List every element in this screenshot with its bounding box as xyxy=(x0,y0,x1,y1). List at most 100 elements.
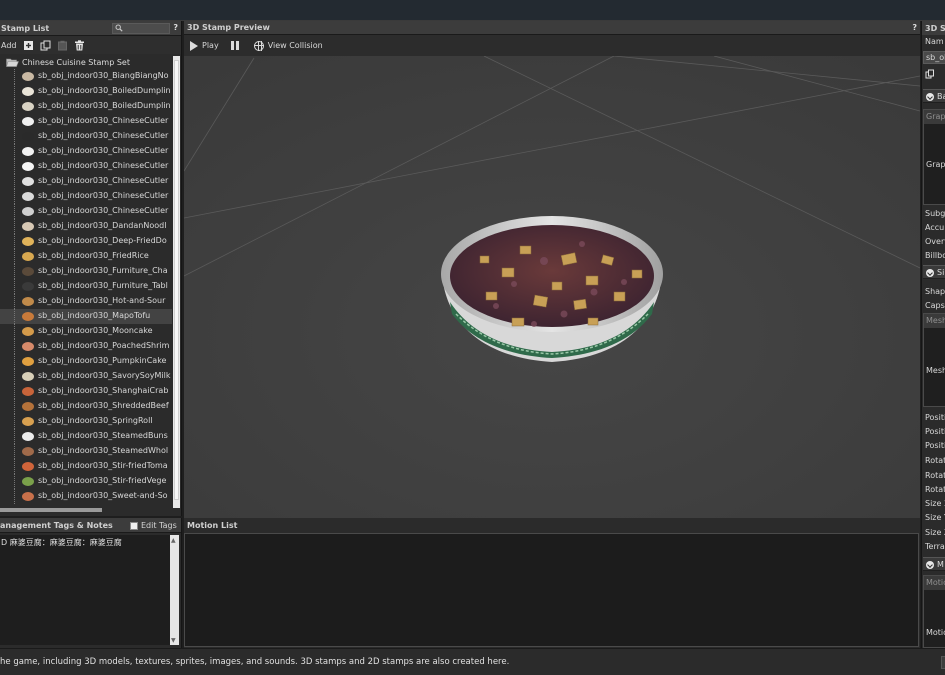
tree-horizontal-scrollbar[interactable] xyxy=(0,506,172,514)
tree-item[interactable]: sb_obj_indoor030_BiangBiangNo xyxy=(0,69,172,84)
tree-item-label: sb_obj_indoor030_ChineseCutler xyxy=(38,206,169,215)
tree-item[interactable]: sb_obj_indoor030_PumpkinCake xyxy=(0,354,172,369)
tree-item[interactable]: sb_obj_indoor030_ChineseCutler xyxy=(0,204,172,219)
stamp-preview-header: 3D Stamp Preview ? xyxy=(184,21,920,35)
tags-notes-header: anagement Tags & Notes Edit Tags xyxy=(0,518,181,533)
copy-disabled-icon[interactable] xyxy=(57,40,68,51)
tree-connector xyxy=(14,204,15,219)
edit-tags-checkbox[interactable] xyxy=(130,521,138,530)
tree-item[interactable]: sb_obj_indoor030_SpringRoll xyxy=(0,414,172,429)
tree-item[interactable]: sb_obj_indoor030_ChineseCutler xyxy=(0,129,172,144)
inspector-title: 3D St xyxy=(925,23,945,33)
tree-item[interactable]: sb_obj_indoor030_Stir-friedVege xyxy=(0,474,172,489)
tree-item-label: sb_obj_indoor030_BoiledDumplin xyxy=(38,101,171,110)
tree-scrollbar-thumb[interactable] xyxy=(174,60,179,500)
tree-root-folder[interactable]: Chinese Cuisine Stamp Set xyxy=(0,56,172,69)
inspector-row-10: Rotat xyxy=(925,471,945,480)
3d-viewport[interactable] xyxy=(184,56,920,518)
tree-connector xyxy=(14,339,15,354)
tree-item-label: sb_obj_indoor030_Furniture_Tabl xyxy=(38,281,168,290)
tags-notes-title: anagement Tags & Notes xyxy=(0,520,113,530)
stamp-search-input[interactable] xyxy=(112,23,170,34)
tree-item[interactable]: sb_obj_indoor030_DandanNoodl xyxy=(0,219,172,234)
tree-item[interactable]: sb_obj_indoor030_Hot-and-Sour xyxy=(0,294,172,309)
scroll-up-arrow-icon[interactable]: ▲ xyxy=(171,537,176,544)
scroll-down-arrow-icon[interactable]: ▼ xyxy=(171,637,176,644)
tree-item[interactable]: sb_obj_indoor030_FriedRice xyxy=(0,249,172,264)
inspector-row-9: Rotat xyxy=(925,456,945,465)
chevron-down-icon xyxy=(926,93,934,101)
tree-item[interactable]: sb_obj_indoor030_SteamedBuns xyxy=(0,429,172,444)
tree-item-label: sb_obj_indoor030_Furniture_Cha xyxy=(38,266,168,275)
tree-connector xyxy=(14,324,15,339)
inspector-section-size[interactable]: Si xyxy=(923,265,945,279)
tree-item[interactable]: sb_obj_indoor030_ChineseCutler xyxy=(0,144,172,159)
inspector-graphics-box[interactable]: Graph Graph xyxy=(923,109,945,205)
tree-item[interactable]: sb_obj_indoor030_SteamedWhol xyxy=(0,444,172,459)
inspector-copy-icon[interactable] xyxy=(925,69,935,81)
tree-connector xyxy=(14,474,15,489)
tree-item[interactable]: sb_obj_indoor030_Furniture_Cha xyxy=(0,264,172,279)
motion-list-header: Motion List xyxy=(184,518,920,532)
inspector-row-13: Size Y xyxy=(925,513,945,522)
inspector-row-16: Motio xyxy=(926,628,945,637)
trash-icon[interactable] xyxy=(74,39,85,51)
tree-item[interactable]: sb_obj_indoor030_Deep-FriedDo xyxy=(0,234,172,249)
tree-item[interactable]: sb_obj_indoor030_ChineseCutler xyxy=(0,159,172,174)
tree-item[interactable]: sb_obj_indoor030_ChineseCutler xyxy=(0,174,172,189)
stamp-preview-help-button[interactable]: ? xyxy=(912,23,917,32)
stamp-thumbnail-icon xyxy=(22,207,34,216)
stamp-thumbnail-icon xyxy=(22,477,34,486)
tree-scrollbar[interactable] xyxy=(173,56,180,508)
tree-item[interactable]: sb_obj_indoor030_ChineseCutler xyxy=(0,114,172,129)
tree-connector xyxy=(14,84,15,99)
tree-item[interactable]: sb_obj_indoor030_ShanghaiCrab xyxy=(0,384,172,399)
tree-connector xyxy=(14,234,15,249)
inspector-motion-box[interactable]: Motic Motio xyxy=(923,575,945,648)
inspector-section-motion-label: M xyxy=(937,560,944,569)
inspector-section-basic[interactable]: Ba xyxy=(923,89,945,103)
pause-icon[interactable] xyxy=(230,41,240,50)
inspector-mesh-box[interactable]: Mesh Mesh xyxy=(923,313,945,407)
inspector-row-3: Billbo xyxy=(925,251,945,260)
stamp-list-help-button[interactable]: ? xyxy=(173,23,178,32)
tree-item[interactable]: sb_obj_indoor030_SavorySoyMilk xyxy=(0,369,172,384)
tree-item[interactable]: sb_obj_indoor030_MapoTofu xyxy=(0,309,172,324)
play-button[interactable]: Play xyxy=(202,41,219,50)
stamp-thumbnail-icon xyxy=(22,222,34,231)
tree-item[interactable]: sb_obj_indoor030_ShreddedBeef xyxy=(0,399,172,414)
motion-list-body[interactable] xyxy=(184,533,919,647)
tree-item[interactable]: sb_obj_indoor030_PoachedShrim xyxy=(0,339,172,354)
stamp-tree: Chinese Cuisine Stamp Set sb_obj_indoor0… xyxy=(0,56,172,506)
tree-item[interactable]: sb_obj_indoor030_BoiledDumplin xyxy=(0,84,172,99)
tree-horizontal-scrollbar-thumb[interactable] xyxy=(0,508,102,512)
status-bar-button[interactable] xyxy=(941,656,945,669)
stamp-thumbnail-icon xyxy=(22,462,34,471)
tree-connector xyxy=(14,489,15,504)
inspector-name-field[interactable]: sb_obj xyxy=(923,51,945,64)
inspector-section-motion[interactable]: M xyxy=(923,557,945,571)
tree-item[interactable]: sb_obj_indoor030_Stir-friedToma xyxy=(0,459,172,474)
add-button[interactable]: Add xyxy=(1,41,17,50)
new-stamp-icon[interactable] xyxy=(23,40,34,51)
tree-connector xyxy=(14,219,15,234)
stamp-thumbnail-icon xyxy=(22,357,34,366)
tree-item[interactable]: sb_obj_indoor030_Furniture_Tabl xyxy=(0,279,172,294)
notes-scrollbar[interactable]: ▲ ▼ xyxy=(170,535,179,645)
edit-tags-toggle[interactable]: Edit Tags xyxy=(130,521,177,530)
tree-item-label: sb_obj_indoor030_Deep-FriedDo xyxy=(38,236,167,245)
stamp-thumbnail-icon xyxy=(22,372,34,381)
tree-item[interactable]: sb_obj_indoor030_Sweet-and-So xyxy=(0,489,172,504)
motion-list-title: Motion List xyxy=(187,520,238,530)
tree-connector xyxy=(14,264,15,279)
tree-item[interactable]: sb_obj_indoor030_Mooncake xyxy=(0,324,172,339)
notes-textarea[interactable]: D 麻婆豆腐：麻婆豆腐：麻婆豆腐 xyxy=(0,535,170,645)
inspector-name-value: sb_obj xyxy=(926,53,945,62)
tree-item[interactable]: sb_obj_indoor030_BoiledDumplin xyxy=(0,99,172,114)
view-collision-button[interactable]: View Collision xyxy=(268,41,323,50)
duplicate-icon[interactable] xyxy=(40,40,51,51)
tree-item[interactable]: sb_obj_indoor030_ChineseCutler xyxy=(0,189,172,204)
play-icon[interactable] xyxy=(190,40,198,51)
stamp-thumbnail-icon xyxy=(22,177,34,186)
collision-globe-icon[interactable] xyxy=(253,40,264,51)
